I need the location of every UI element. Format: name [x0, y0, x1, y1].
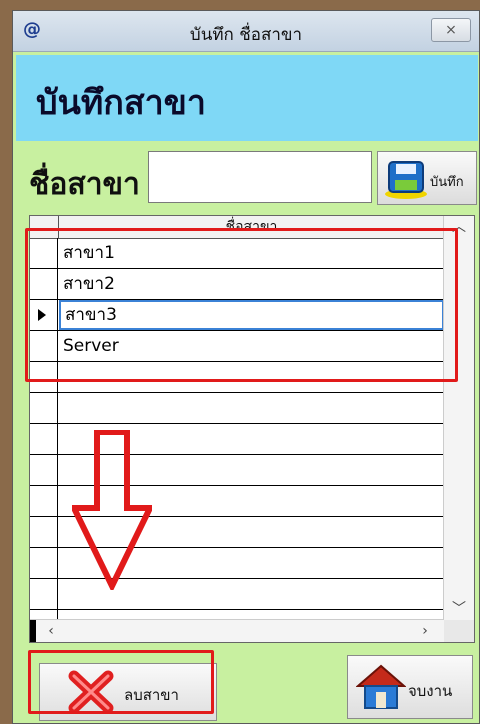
row-selector[interactable]	[30, 579, 58, 609]
branch-name-cell[interactable]	[59, 393, 444, 423]
row-selector[interactable]	[30, 424, 58, 454]
horizontal-scrollbar[interactable]: ‹ ›	[30, 619, 444, 642]
close-icon: ⨯	[445, 22, 457, 38]
save-button-label: บันทึก	[430, 175, 464, 190]
exit-button[interactable]: จบงาน	[347, 655, 473, 719]
annotation-arrow-icon	[72, 430, 152, 590]
page-title: บันทึกสาขา	[36, 83, 206, 123]
row-selector[interactable]	[30, 486, 58, 516]
title-bar: @ บันทึก ชื่อสาขา ⨯	[13, 11, 479, 52]
window-title: บันทึก ชื่อสาขา	[189, 25, 303, 45]
annotation-box-delete	[28, 650, 214, 714]
scroll-left-icon[interactable]: ‹	[40, 620, 62, 642]
header-band: บันทึกสาขา	[16, 55, 478, 141]
scroll-right-icon[interactable]: ›	[414, 620, 436, 642]
house-icon	[356, 664, 406, 709]
scroll-thumb[interactable]	[30, 620, 36, 642]
row-selector[interactable]	[30, 548, 58, 578]
scroll-corner	[444, 620, 474, 642]
row-selector[interactable]	[30, 455, 58, 485]
exit-button-label: จบงาน	[408, 682, 453, 700]
annotation-box-grid	[25, 228, 458, 382]
save-button[interactable]: บันทึก	[377, 151, 477, 205]
close-button[interactable]: ⨯	[431, 18, 471, 42]
floppy-disk-icon	[385, 161, 427, 199]
table-row[interactable]	[30, 393, 444, 424]
scroll-down-icon[interactable]: ﹀	[444, 598, 474, 620]
branch-name-label: ชื่อสาขา	[29, 167, 140, 202]
row-selector[interactable]	[30, 517, 58, 547]
branch-name-input[interactable]	[148, 151, 372, 203]
row-selector[interactable]	[30, 393, 58, 423]
